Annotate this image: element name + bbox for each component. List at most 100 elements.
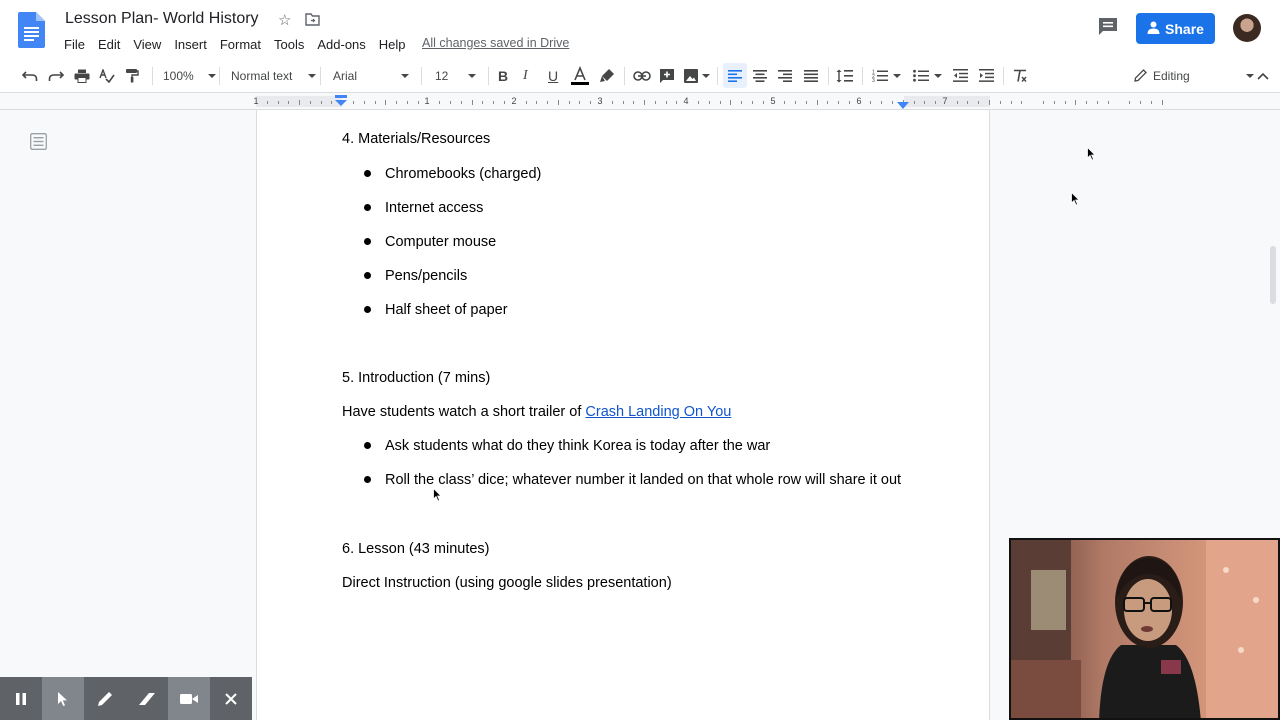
add-comment-icon[interactable] [659, 58, 675, 93]
menu-insert[interactable]: Insert [174, 37, 207, 52]
ruler-track: 1 1 2 3 4 5 6 7 [253, 96, 1163, 107]
align-center-button[interactable] [753, 58, 767, 93]
user-avatar[interactable] [1233, 14, 1261, 42]
section-heading[interactable]: 6. Lesson (43 minutes) [342, 541, 490, 557]
toolbar-divider [320, 67, 321, 85]
document-title[interactable]: Lesson Plan- World History [65, 10, 259, 28]
ruler-tick [665, 101, 667, 104]
ruler-tick [644, 100, 646, 105]
docs-logo-icon[interactable] [18, 12, 45, 48]
trailer-link[interactable]: Crash Landing On You [585, 404, 731, 420]
menu-edit[interactable]: Edit [98, 37, 120, 52]
ruler-tick [611, 101, 613, 104]
move-folder-icon[interactable] [305, 13, 320, 31]
ruler-tick [536, 101, 538, 104]
align-right-button[interactable] [778, 58, 792, 93]
ruler-tick [396, 101, 398, 104]
editing-mode-dropdown[interactable]: Editing [1134, 58, 1254, 93]
line-spacing-icon[interactable] [836, 58, 853, 93]
star-icon[interactable]: ☆ [278, 11, 291, 29]
ruler-tick [881, 101, 883, 104]
svg-text:3: 3 [872, 78, 875, 82]
eraser-tool-button[interactable] [126, 677, 168, 720]
font-dropdown[interactable]: Arial [333, 58, 410, 93]
share-button[interactable]: Share [1136, 13, 1215, 44]
menu-bar: File Edit View Insert Format Tools Add-o… [64, 35, 419, 53]
text-color-button[interactable] [570, 58, 590, 93]
menu-view[interactable]: View [133, 37, 161, 52]
section-heading[interactable]: 4. Materials/Resources [342, 131, 490, 147]
scrollbar-thumb[interactable] [1270, 246, 1276, 304]
highlight-icon[interactable] [599, 58, 615, 93]
menu-help[interactable]: Help [379, 37, 406, 52]
comment-history-icon[interactable] [1097, 17, 1119, 42]
undo-icon[interactable] [22, 58, 38, 93]
pause-button[interactable] [0, 677, 42, 720]
list-item[interactable]: Roll the class’ dice; whatever number it… [385, 472, 901, 488]
bulleted-list-icon[interactable] [913, 58, 942, 93]
ruler[interactable]: 1 1 2 3 4 5 6 7 [0, 93, 1280, 110]
menu-tools[interactable]: Tools [274, 37, 304, 52]
style-dropdown[interactable]: Normal text [231, 58, 317, 93]
chevron-up-icon[interactable] [1257, 58, 1269, 93]
paint-format-icon[interactable] [125, 58, 139, 93]
ruler-tick [913, 101, 915, 104]
ruler-tick [762, 101, 764, 104]
spellcheck-icon[interactable] [99, 58, 115, 93]
bold-button[interactable]: B [498, 58, 508, 93]
list-item[interactable]: Internet access [385, 200, 483, 216]
style-value: Normal text [231, 68, 293, 83]
ruler-tick [471, 100, 473, 105]
insert-link-icon[interactable] [633, 58, 651, 93]
toolbar-divider [862, 67, 863, 85]
clear-formatting-icon[interactable] [1013, 58, 1027, 93]
ruler-number: 1 [253, 96, 259, 106]
print-icon[interactable] [74, 58, 90, 93]
paragraph[interactable]: Have students watch a short trailer of C… [342, 404, 731, 420]
numbered-list-icon[interactable]: 123 [872, 58, 901, 93]
share-label: Share [1165, 20, 1204, 37]
ruler-number: 1 [424, 96, 430, 106]
align-left-button[interactable] [723, 63, 747, 88]
list-item[interactable]: Half sheet of paper [385, 302, 508, 318]
menu-file[interactable]: File [64, 37, 85, 52]
redo-icon[interactable] [48, 58, 64, 93]
ruler-tick [460, 101, 462, 104]
ruler-number: 5 [770, 96, 776, 106]
paragraph[interactable]: Direct Instruction (using google slides … [342, 575, 672, 591]
font-value: Arial [333, 68, 358, 83]
pen-tool-button[interactable] [84, 677, 126, 720]
ruler-tick [557, 100, 559, 105]
pencil-icon [1134, 69, 1147, 82]
pointer-tool-button[interactable] [42, 677, 84, 720]
list-item[interactable]: Ask students what do they think Korea is… [385, 438, 770, 454]
toolbar-divider [421, 67, 422, 85]
document-outline-icon[interactable] [30, 133, 47, 155]
ruler-tick [547, 101, 549, 104]
toolbar-divider [717, 67, 718, 85]
chevron-down-icon [1245, 73, 1254, 78]
list-item[interactable]: Chromebooks (charged) [385, 166, 541, 182]
ruler-tick [935, 101, 937, 104]
ruler-tick [622, 101, 624, 104]
menu-format[interactable]: Format [220, 37, 261, 52]
menu-addons[interactable]: Add-ons [317, 37, 365, 52]
decrease-indent-icon[interactable] [953, 58, 968, 93]
zoom-dropdown[interactable]: 100% [163, 58, 216, 93]
list-item[interactable]: Pens/pencils [385, 268, 467, 284]
justify-button[interactable] [804, 58, 818, 93]
insert-image-icon[interactable] [683, 58, 710, 93]
font-size-dropdown[interactable]: 12 [435, 58, 477, 93]
save-status-link[interactable]: All changes saved in Drive [422, 36, 569, 50]
bullet-icon [364, 476, 371, 483]
increase-indent-icon[interactable] [979, 58, 994, 93]
list-item[interactable]: Computer mouse [385, 234, 496, 250]
underline-button[interactable]: U [548, 58, 558, 93]
section-heading[interactable]: 5. Introduction (7 mins) [342, 370, 490, 386]
ruler-tick [1129, 101, 1131, 104]
ruler-tick [331, 101, 333, 104]
webcam-preview[interactable] [1009, 538, 1280, 720]
close-recorder-button[interactable] [210, 677, 252, 720]
webcam-toggle-button[interactable] [168, 677, 210, 720]
italic-button[interactable]: I [523, 58, 528, 93]
